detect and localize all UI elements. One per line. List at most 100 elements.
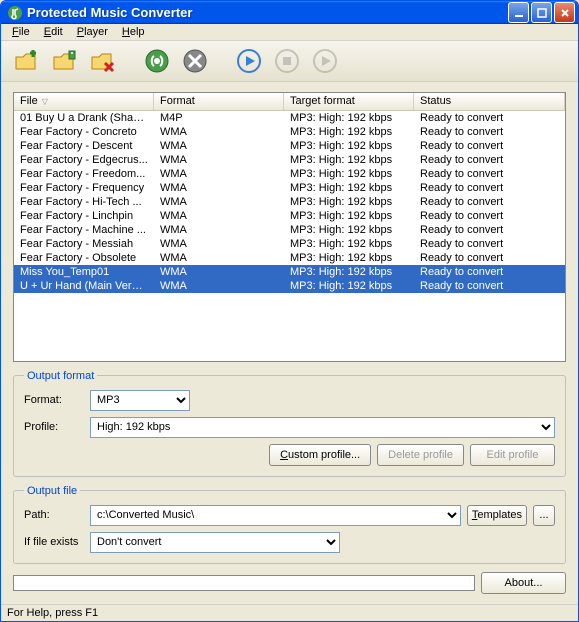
cell-target: MP3: High: 192 kbps [284,112,414,124]
if-exists-select[interactable]: Don't convert [90,532,340,553]
browse-button[interactable]: ... [533,505,555,526]
cell-file: Fear Factory - Obsolete [14,252,154,264]
edit-profile-button[interactable]: Edit profile [470,444,555,466]
cell-format: WMA [154,182,284,194]
col-header-target[interactable]: Target format [284,93,414,110]
cell-file: Fear Factory - Edgecrus... [14,154,154,166]
table-row[interactable]: Miss You_Temp01WMAMP3: High: 192 kbpsRea… [14,265,565,279]
cell-status: Ready to convert [414,252,565,264]
status-text: For Help, press F1 [7,607,98,619]
table-row[interactable]: U + Ur Hand (Main Versi...WMAMP3: High: … [14,279,565,293]
minimize-button[interactable] [508,2,529,23]
cell-format: M4P [154,112,284,124]
output-format-legend: Output format [24,370,97,382]
cell-status: Ready to convert [414,140,565,152]
table-row[interactable]: Fear Factory - Edgecrus...WMAMP3: High: … [14,153,565,167]
progress-bar [13,575,475,591]
cell-format: WMA [154,154,284,166]
remove-button[interactable] [87,45,119,77]
cell-target: MP3: High: 192 kbps [284,238,414,250]
menu-file[interactable]: File [5,24,37,40]
cell-format: WMA [154,224,284,236]
custom-profile-button[interactable]: Custom profile... [269,444,371,466]
cell-status: Ready to convert [414,168,565,180]
cell-format: WMA [154,126,284,138]
profile-label: Profile: [24,421,84,433]
cell-format: WMA [154,168,284,180]
cell-file: Miss You_Temp01 [14,266,154,278]
cell-target: MP3: High: 192 kbps [284,126,414,138]
format-label: Format: [24,394,84,406]
cell-target: MP3: High: 192 kbps [284,252,414,264]
about-button[interactable]: About... [481,572,566,594]
statusbar: For Help, press F1 [1,604,578,622]
cell-format: WMA [154,280,284,292]
col-header-status[interactable]: Status [414,93,565,110]
col-header-file[interactable]: File▽ [14,93,154,110]
cell-status: Ready to convert [414,196,565,208]
cell-status: Ready to convert [414,182,565,194]
sort-indicator-icon: ▽ [42,97,48,106]
stop-convert-button[interactable] [179,45,211,77]
cell-status: Ready to convert [414,224,565,236]
cell-status: Ready to convert [414,280,565,292]
table-row[interactable]: Fear Factory - Machine ...WMAMP3: High: … [14,223,565,237]
cell-status: Ready to convert [414,126,565,138]
maximize-button[interactable] [531,2,552,23]
cell-file: 01 Buy U a Drank (Shaw... [14,112,154,124]
cell-file: Fear Factory - Linchpin [14,210,154,222]
profile-select[interactable]: High: 192 kbps [90,417,555,438]
templates-button[interactable]: Templates [467,505,527,526]
cell-format: WMA [154,238,284,250]
stop-play-button[interactable] [271,45,303,77]
convert-button[interactable] [141,45,173,77]
cell-target: MP3: High: 192 kbps [284,196,414,208]
app-icon [7,5,23,21]
play-button[interactable] [233,45,265,77]
window-title: Protected Music Converter [27,5,508,20]
cell-target: MP3: High: 192 kbps [284,182,414,194]
table-row[interactable]: Fear Factory - LinchpinWMAMP3: High: 192… [14,209,565,223]
close-button[interactable] [554,2,575,23]
format-select[interactable]: MP3 [90,390,190,411]
list-header: File▽ Format Target format Status [14,93,565,111]
delete-profile-button[interactable]: Delete profile [377,444,464,466]
cell-status: Ready to convert [414,210,565,222]
path-label: Path: [24,509,84,521]
next-button[interactable] [309,45,341,77]
file-list[interactable]: File▽ Format Target format Status 01 Buy… [13,92,566,362]
cell-format: WMA [154,252,284,264]
col-header-format[interactable]: Format [154,93,284,110]
cell-format: WMA [154,196,284,208]
cell-status: Ready to convert [414,154,565,166]
table-row[interactable]: Fear Factory - ConcretoWMAMP3: High: 192… [14,125,565,139]
cell-target: MP3: High: 192 kbps [284,280,414,292]
toolbar [1,41,578,81]
table-row[interactable]: Fear Factory - FrequencyWMAMP3: High: 19… [14,181,565,195]
cell-status: Ready to convert [414,238,565,250]
cell-file: Fear Factory - Machine ... [14,224,154,236]
add-file-button[interactable] [11,45,43,77]
menu-help[interactable]: Help [115,24,152,40]
cell-format: WMA [154,140,284,152]
cell-status: Ready to convert [414,112,565,124]
menu-edit[interactable]: Edit [37,24,70,40]
table-row[interactable]: Fear Factory - MessiahWMAMP3: High: 192 … [14,237,565,251]
cell-target: MP3: High: 192 kbps [284,224,414,236]
table-row[interactable]: Fear Factory - ObsoleteWMAMP3: High: 192… [14,251,565,265]
table-row[interactable]: Fear Factory - DescentWMAMP3: High: 192 … [14,139,565,153]
cell-file: Fear Factory - Concreto [14,126,154,138]
cell-target: MP3: High: 192 kbps [284,210,414,222]
table-row[interactable]: Fear Factory - Freedom...WMAMP3: High: 1… [14,167,565,181]
table-row[interactable]: 01 Buy U a Drank (Shaw...M4PMP3: High: 1… [14,111,565,125]
cell-target: MP3: High: 192 kbps [284,168,414,180]
output-file-group: Output file Path: c:\Converted Music\ Te… [13,485,566,564]
path-select[interactable]: c:\Converted Music\ [90,505,461,526]
add-folder-button[interactable] [49,45,81,77]
cell-file: Fear Factory - Hi-Tech ... [14,196,154,208]
cell-file: Fear Factory - Freedom... [14,168,154,180]
menu-player[interactable]: Player [70,24,115,40]
cell-file: Fear Factory - Descent [14,140,154,152]
table-row[interactable]: Fear Factory - Hi-Tech ...WMAMP3: High: … [14,195,565,209]
output-format-group: Output format Format: MP3 Profile: High:… [13,370,566,477]
